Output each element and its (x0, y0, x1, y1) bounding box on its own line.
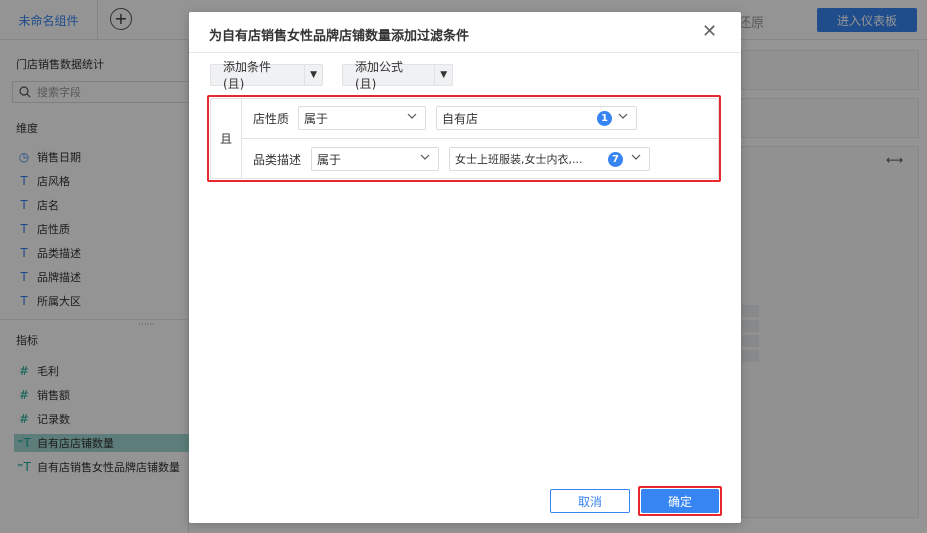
add-condition-label: 添加条件(且) (223, 60, 272, 91)
dialog-divider (189, 52, 741, 53)
add-formula-label: 添加公式(且) (355, 60, 404, 91)
add-formula-button[interactable]: 添加公式(且) ▼ (342, 60, 453, 91)
filter-dialog: 为自有店销售女性品牌店铺数量添加过滤条件 ✕ 添加条件(且) ▼ 添加公式(且)… (189, 12, 741, 523)
close-icon[interactable]: ✕ (702, 23, 717, 41)
add-condition-dropdown-icon[interactable]: ▼ (304, 65, 322, 85)
cancel-button[interactable]: 取消 (550, 489, 630, 513)
condition-highlight-box (207, 95, 721, 182)
dialog-title: 为自有店销售女性品牌店铺数量添加过滤条件 (209, 29, 470, 44)
ok-highlight-box (638, 486, 722, 516)
add-condition-button[interactable]: 添加条件(且) ▼ (210, 60, 323, 91)
app-root: 未命名组件 + 还原 进入仪表板 门店销售数据统计 搜索字段 维度 ◷ 销售日期 T… (0, 0, 927, 533)
add-formula-dropdown-icon[interactable]: ▼ (434, 65, 452, 85)
